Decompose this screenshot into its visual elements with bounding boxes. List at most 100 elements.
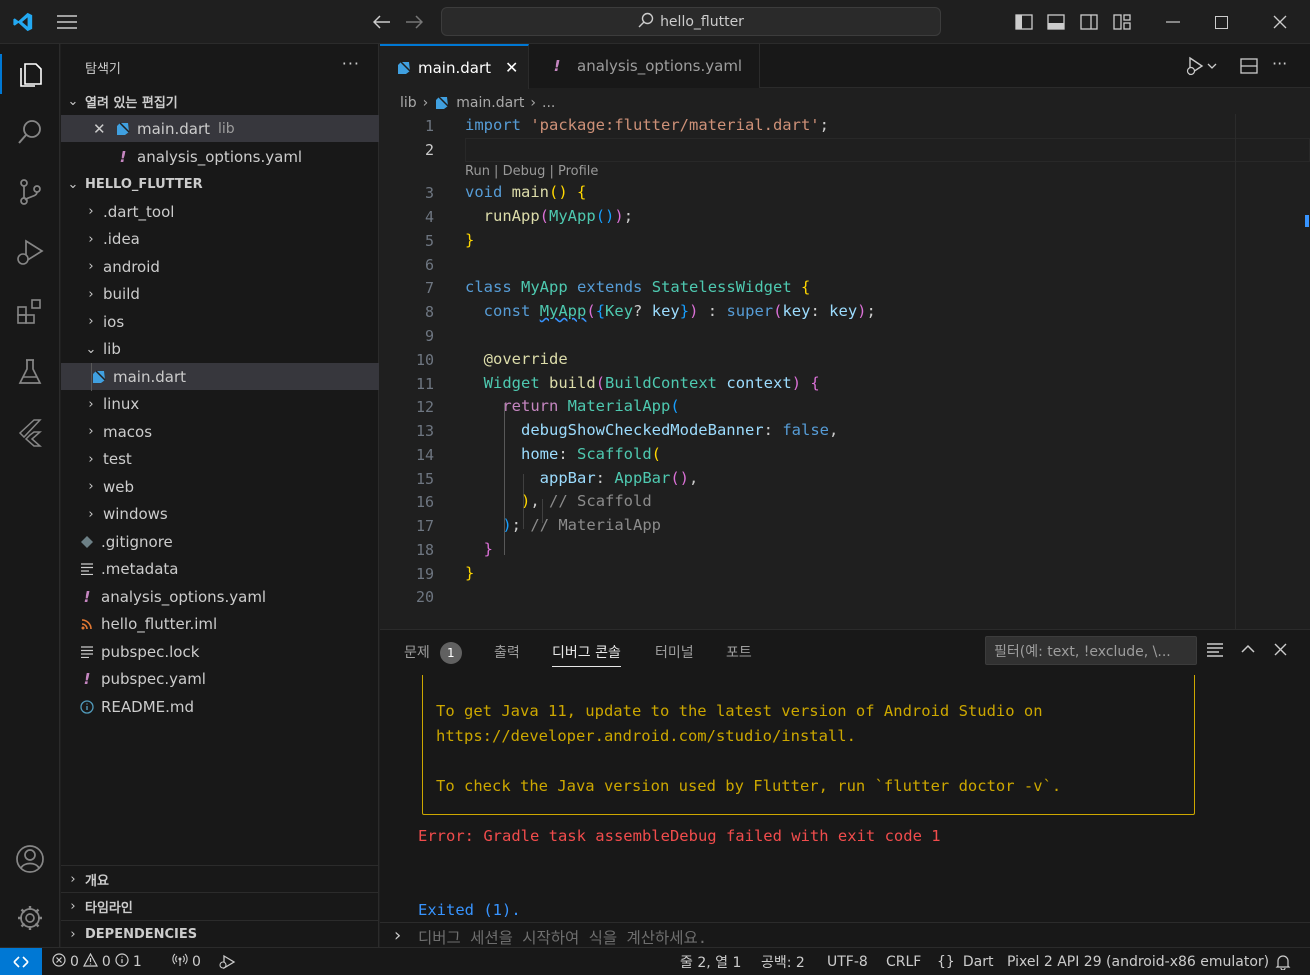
tab-ports[interactable]: 포트 — [726, 642, 752, 662]
tree-file-main-dart[interactable]: main.dart — [61, 363, 379, 390]
toggle-primary-sidebar-icon[interactable] — [1012, 0, 1036, 44]
open-editor-item[interactable]: ! analysis_options.yaml — [61, 143, 379, 170]
tree-file[interactable]: pubspec.lock — [61, 638, 379, 665]
gitignore-file-icon — [79, 535, 95, 549]
toggle-secondary-sidebar-icon[interactable] — [1077, 0, 1101, 44]
tab-analysis-options[interactable]: ! analysis_options.yaml — [529, 44, 760, 88]
tree-file[interactable]: ! analysis_options.yaml — [61, 583, 379, 610]
tree-file[interactable]: ! pubspec.yaml — [61, 666, 379, 693]
console-error-line: Error: Gradle task assembleDebug failed … — [418, 827, 941, 845]
tree-folder-macos[interactable]: › macos — [61, 418, 379, 445]
tab-debug-console[interactable]: 디버그 콘솔 — [552, 642, 621, 667]
outline-section[interactable]: › 개요 — [61, 865, 379, 892]
warning-count: 0 — [101, 954, 111, 970]
tree-file[interactable]: hello_flutter.iml — [61, 611, 379, 638]
open-editor-label: main.dart — [137, 119, 211, 138]
tree-folder-dart_tool[interactable]: › .dart_tool — [61, 198, 379, 225]
code-line: ); // MaterialApp — [502, 516, 662, 534]
notifications-bell-icon[interactable] — [1275, 948, 1291, 975]
toggle-panel-icon[interactable] — [1044, 0, 1068, 44]
maximize-window-icon[interactable] — [1198, 0, 1244, 44]
debug-status-icon[interactable] — [218, 948, 236, 975]
iml-file-icon — [79, 618, 95, 630]
console-line: https://developer.android.com/studio/ins… — [436, 727, 856, 745]
tab-output[interactable]: 출력 — [494, 642, 520, 662]
menu-icon[interactable] — [52, 0, 82, 44]
source-control-icon[interactable] — [0, 164, 60, 220]
remote-indicator-icon[interactable] — [0, 948, 42, 975]
breadcrumb-file[interactable]: main.dart — [456, 95, 524, 111]
flutter-icon[interactable] — [0, 404, 60, 460]
cursor-position[interactable]: 줄 2, 열 1 — [680, 948, 741, 975]
indentation-status[interactable]: 공백: 2 — [761, 948, 805, 975]
word-wrap-icon[interactable] — [1206, 643, 1224, 661]
editor-more-actions-icon[interactable]: ··· — [1272, 54, 1287, 73]
tree-folder-windows[interactable]: › windows — [61, 501, 379, 528]
extensions-icon[interactable] — [0, 284, 60, 340]
open-editor-item[interactable]: ✕ main.dart lib — [61, 115, 379, 142]
close-tab-icon[interactable]: ✕ — [505, 58, 518, 77]
ports-status[interactable]: 0 — [172, 948, 201, 975]
line-number: 13 — [415, 422, 434, 440]
more-actions-icon[interactable]: ··· — [342, 54, 360, 73]
warning-icon — [82, 952, 98, 971]
console-input-placeholder: 디버그 세션을 시작하여 식을 계산하세요. — [418, 929, 708, 947]
code-editor[interactable]: Run | Debug | Profile 1 2 3 4 5 6 7 8 9 10 11 12 13 1… — [380, 114, 1310, 629]
project-header[interactable]: ⌄ HELLO_FLUTTER — [61, 171, 379, 198]
minimize-window-icon[interactable] — [1150, 0, 1196, 44]
code-line: home: Scaffold( — [521, 445, 662, 463]
back-arrow-icon[interactable] — [368, 0, 396, 44]
tree-folder-android[interactable]: › android — [61, 253, 379, 280]
customize-layout-icon[interactable] — [1110, 0, 1134, 44]
breadcrumb-folder[interactable]: lib — [400, 95, 417, 111]
tree-folder-test[interactable]: › test — [61, 446, 379, 473]
tree-item-label: hello_flutter.iml — [101, 615, 218, 633]
codelens-run-debug[interactable]: Run | Debug | Profile — [465, 164, 598, 179]
tree-folder-ios[interactable]: › ios — [61, 308, 379, 335]
run-debug-dropdown-icon[interactable] — [1185, 56, 1217, 80]
chevron-right-icon: › — [394, 925, 402, 946]
problems-status[interactable]: 0 0 1 — [52, 948, 142, 975]
device-status[interactable]: Pixel 2 API 29 (android-x86 emulator) — [1007, 948, 1269, 975]
tab-problems[interactable]: 문제 1 — [404, 642, 462, 664]
filter-input[interactable]: 필터(예: text, !exclude, \... — [985, 636, 1197, 665]
split-editor-icon[interactable] — [1240, 58, 1258, 78]
run-and-debug-icon[interactable] — [0, 224, 60, 280]
editor-tabs: main.dart ✕ ! analysis_options.yaml ··· — [380, 44, 1310, 89]
dependencies-section[interactable]: › DEPENDENCIES — [61, 920, 379, 947]
maximize-panel-icon[interactable] — [1241, 643, 1255, 658]
tree-file[interactable]: .gitignore — [61, 528, 379, 555]
chevron-right-icon: › — [422, 95, 429, 111]
tree-folder-linux[interactable]: › linux — [61, 391, 379, 418]
tree-file[interactable]: .metadata — [61, 556, 379, 583]
open-editors-header[interactable]: ⌄ 열려 있는 편집기 — [61, 88, 379, 115]
dart-file-icon — [434, 96, 450, 110]
tab-terminal[interactable]: 터미널 — [655, 642, 694, 662]
command-center-search[interactable]: hello_flutter — [441, 7, 941, 36]
search-view-icon[interactable] — [0, 104, 60, 160]
code-line: Widget build(BuildContext context) { — [483, 374, 820, 392]
language-status[interactable]: {} Dart — [937, 948, 993, 975]
tree-item-label: android — [103, 257, 160, 276]
code-line: import 'package:flutter/material.dart'; — [465, 116, 829, 134]
tree-folder-build[interactable]: › build — [61, 281, 379, 308]
breadcrumb-symbol[interactable]: ... — [542, 95, 555, 111]
manage-gear-icon[interactable] — [0, 890, 60, 946]
tree-file[interactable]: README.md — [61, 693, 379, 720]
tree-folder-web[interactable]: › web — [61, 473, 379, 500]
testing-icon[interactable] — [0, 344, 60, 400]
tab-main-dart[interactable]: main.dart ✕ — [380, 44, 529, 89]
timeline-section[interactable]: › 타임라인 — [61, 892, 379, 919]
debug-console-input[interactable]: › 디버그 세션을 시작하여 식을 계산하세요. — [380, 922, 1310, 948]
close-icon[interactable]: ✕ — [93, 120, 107, 138]
explorer-icon[interactable] — [0, 46, 60, 102]
accounts-icon[interactable] — [0, 831, 60, 887]
forward-arrow-icon[interactable] — [400, 0, 428, 44]
tree-folder-idea[interactable]: › .idea — [61, 226, 379, 253]
encoding-status[interactable]: UTF-8 — [827, 948, 868, 975]
close-window-icon[interactable] — [1257, 0, 1303, 44]
close-panel-icon[interactable] — [1274, 643, 1287, 660]
tree-folder-lib[interactable]: ⌄ lib — [61, 336, 379, 363]
code-line: appBar: AppBar(), — [539, 469, 699, 487]
eol-status[interactable]: CRLF — [886, 948, 921, 975]
